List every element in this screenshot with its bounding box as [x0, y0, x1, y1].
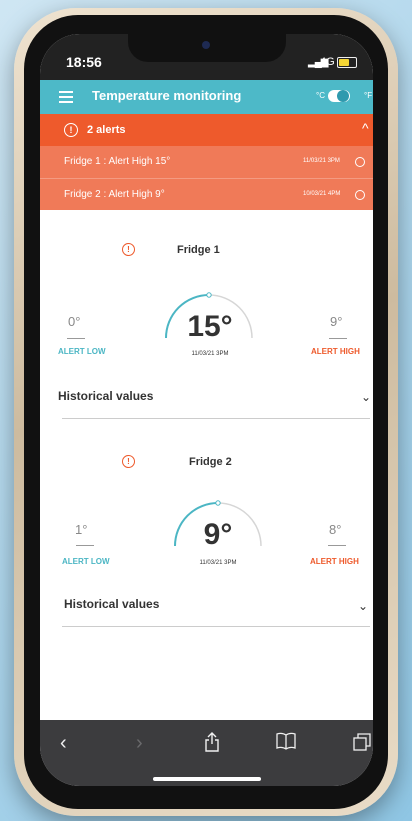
battery-icon — [337, 57, 357, 68]
alert-acknowledge-radio[interactable] — [355, 190, 365, 200]
book-icon[interactable] — [276, 732, 296, 750]
alert-circle-icon: ! — [122, 243, 135, 256]
divider — [76, 545, 94, 546]
alert-acknowledge-radio[interactable] — [355, 157, 365, 167]
chevron-down-icon[interactable]: ⌄ — [361, 390, 371, 404]
unit-toggle[interactable] — [328, 90, 350, 102]
back-icon[interactable]: ‹ — [60, 732, 67, 755]
alert-date: 10/03/21 4PM — [303, 191, 341, 197]
forward-icon[interactable]: › — [136, 732, 143, 755]
current-temperature: 15° — [187, 310, 233, 343]
phone-screen: 18:56 ▂▄▆ 4G Temperature monitoring °C °… — [40, 34, 373, 786]
camera-icon — [202, 41, 210, 49]
alert-item[interactable]: Fridge 1 : Alert High 15° 11/03/21 3PM — [40, 146, 373, 178]
alert-text: Fridge 1 : Alert High 15° — [64, 156, 171, 167]
alert-item[interactable]: Fridge 2 : Alert High 9° 10/03/21 4PM — [40, 178, 373, 211]
hamburger-icon[interactable] — [59, 91, 73, 103]
current-temperature: 9° — [203, 518, 233, 551]
reading-date: 11/03/21 3PM — [199, 560, 237, 566]
unit-celsius-label: °C — [316, 91, 325, 100]
divider — [67, 338, 85, 339]
share-icon[interactable] — [204, 732, 220, 752]
page-title: Temperature monitoring — [92, 88, 242, 103]
chevron-up-icon[interactable]: ^ — [362, 120, 369, 136]
alert-text: Fridge 2 : Alert High 9° — [64, 189, 165, 200]
status-time: 18:56 — [66, 54, 102, 70]
network-type: 4G — [320, 56, 335, 68]
browser-toolbar: ‹ › — [40, 720, 373, 786]
unit-fahrenheit-label: °F — [364, 91, 373, 100]
alert-high-label: ALERT HIGH — [311, 347, 360, 356]
divider — [328, 545, 346, 546]
alert-low-label: ALERT LOW — [62, 557, 110, 566]
alerts-header[interactable]: ! 2 alerts ^ — [40, 114, 373, 146]
historical-values-toggle[interactable]: Historical values — [64, 597, 159, 611]
alert-circle-icon: ! — [64, 123, 78, 137]
alert-low-label: ALERT LOW — [58, 347, 106, 356]
notch — [128, 34, 286, 62]
fridge-name: Fridge 2 — [189, 456, 232, 468]
divider — [62, 418, 370, 419]
alert-high-value: 8° — [329, 522, 342, 537]
alert-low-value: 1° — [75, 522, 88, 537]
alert-circle-icon: ! — [122, 455, 135, 468]
divider — [62, 626, 370, 627]
divider — [329, 338, 347, 339]
tabs-icon[interactable] — [353, 733, 371, 751]
historical-values-toggle[interactable]: Historical values — [58, 389, 153, 403]
alert-high-value: 9° — [330, 314, 343, 329]
alert-low-value: 0° — [68, 314, 81, 329]
alert-high-label: ALERT HIGH — [310, 557, 359, 566]
home-indicator — [153, 777, 261, 781]
app-header: Temperature monitoring °C °F — [40, 80, 373, 114]
reading-date: 11/03/21 3PM — [191, 351, 229, 357]
alerts-count: 2 alerts — [87, 124, 126, 136]
chevron-down-icon[interactable]: ⌄ — [358, 599, 368, 613]
fridge-list: ! Fridge 1 0° ALERT LOW 15° 11/03/21 3PM… — [40, 210, 373, 720]
alert-date: 11/03/21 3PM — [303, 158, 340, 164]
fridge-name: Fridge 1 — [177, 244, 220, 256]
